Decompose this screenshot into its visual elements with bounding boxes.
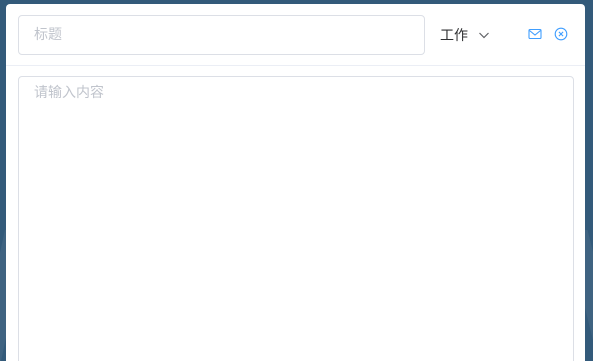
chevron-down-icon: [479, 32, 489, 39]
circle-close-icon[interactable]: [554, 27, 568, 41]
category-select[interactable]: 工作: [440, 23, 490, 47]
dialog-header: 工作: [6, 4, 585, 66]
content-textarea[interactable]: [18, 76, 574, 361]
mail-icon[interactable]: [528, 27, 542, 41]
note-editor-dialog: 工作: [6, 4, 585, 361]
category-select-value: 工作: [440, 28, 468, 44]
title-input[interactable]: [18, 15, 425, 55]
